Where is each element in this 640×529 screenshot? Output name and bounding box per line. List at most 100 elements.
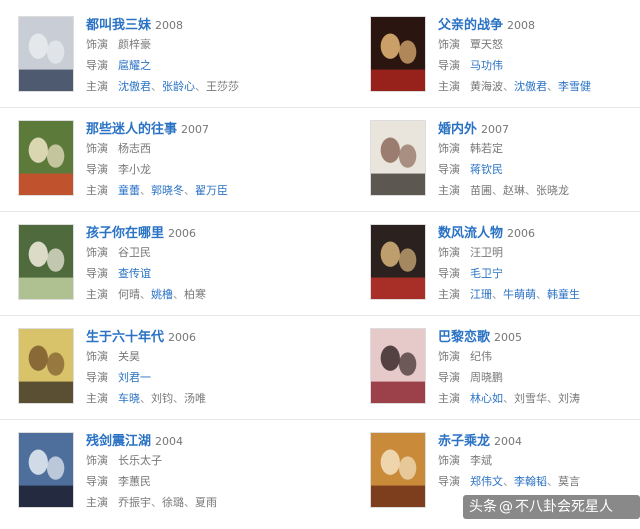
person-link[interactable]: 姚橹 xyxy=(151,288,173,301)
film-title-line: 巴黎恋歌 2005 xyxy=(438,326,640,346)
role-label: 饰演 xyxy=(86,246,108,259)
cast-label: 主演 xyxy=(438,184,460,197)
film-card: 生于六十年代 2006 饰演 关昊 导演 刘君一 主演 车晓、刘钧、汤唯 xyxy=(18,312,318,412)
director-line: 导演 郑伟文、李翰韬、莫言 xyxy=(438,471,640,492)
person-link[interactable]: 翟万臣 xyxy=(195,184,228,197)
film-card: 都叫我三妹 2008 饰演 颜梓豪 导演 扈耀之 主演 沈傲君、张龄心、王莎莎 xyxy=(18,0,318,100)
person-link[interactable]: 沈傲君 xyxy=(514,80,547,93)
film-title-link[interactable]: 那些迷人的往事 xyxy=(86,122,177,137)
cast-label: 主演 xyxy=(86,496,108,509)
film-title-link[interactable]: 婚内外 xyxy=(438,122,477,137)
role-name: 韩若定 xyxy=(470,142,503,155)
poster-image[interactable] xyxy=(18,224,74,300)
film-title-link[interactable]: 残剑震江湖 xyxy=(86,434,151,449)
person-link[interactable]: 马功伟 xyxy=(470,59,503,72)
person-link[interactable]: 李翰韬 xyxy=(514,475,547,488)
film-title-link[interactable]: 巴黎恋歌 xyxy=(438,330,490,345)
film-info: 婚内外 2007 饰演 韩若定 导演 蒋钦民 主演 苗圃、赵琳、张晓龙 xyxy=(438,118,640,201)
person-link[interactable]: 韩童生 xyxy=(547,288,580,301)
poster-image[interactable] xyxy=(18,432,74,508)
person-name: 李小龙 xyxy=(118,163,151,176)
role-name: 李斌 xyxy=(470,454,492,467)
director-label: 导演 xyxy=(438,59,460,72)
film-title-link[interactable]: 都叫我三妹 xyxy=(86,18,151,33)
poster-image[interactable] xyxy=(370,328,426,404)
person-link[interactable]: 蒋钦民 xyxy=(470,163,503,176)
role-line: 饰演 覃天怒 xyxy=(438,34,640,55)
poster-image[interactable] xyxy=(18,328,74,404)
person-name: 柏寒 xyxy=(184,288,206,301)
person-name: 李蕙民 xyxy=(118,475,151,488)
person-link[interactable]: 张龄心 xyxy=(162,80,195,93)
film-year: 2008 xyxy=(155,19,184,32)
film-title-link[interactable]: 父亲的战争 xyxy=(438,18,503,33)
name-separator: 、 xyxy=(547,392,558,405)
person-name: 刘钧 xyxy=(151,392,173,405)
poster-image[interactable] xyxy=(18,120,74,196)
person-name: 苗圃 xyxy=(470,184,492,197)
person-name: 赵琳 xyxy=(503,184,525,197)
poster-image[interactable] xyxy=(370,120,426,196)
film-title-link[interactable]: 生于六十年代 xyxy=(86,330,164,345)
film-title-line: 孩子你在哪里 2006 xyxy=(86,222,316,242)
watermark-prefix: 头条 xyxy=(469,499,497,515)
director-label: 导演 xyxy=(438,475,460,488)
person-link[interactable]: 李雪健 xyxy=(558,80,591,93)
film-year: 2004 xyxy=(155,435,184,448)
director-label: 导演 xyxy=(86,163,108,176)
person-link[interactable]: 毛卫宁 xyxy=(470,267,503,280)
person-link[interactable]: 查传谊 xyxy=(118,267,151,280)
watermark: 头条 @ 不八卦会死星人 xyxy=(463,495,640,519)
person-link[interactable]: 刘君一 xyxy=(118,371,151,384)
person-name: 莫言 xyxy=(558,475,580,488)
role-line: 饰演 韩若定 xyxy=(438,138,640,159)
person-link[interactable]: 郭晓冬 xyxy=(151,184,184,197)
poster-image[interactable] xyxy=(370,432,426,508)
director-line: 导演 查传谊 xyxy=(86,263,316,284)
person-link[interactable]: 童蕾 xyxy=(118,184,140,197)
watermark-name: 不八卦会死星人 xyxy=(515,499,613,515)
role-label: 饰演 xyxy=(86,454,108,467)
film-info: 残剑震江湖 2004 饰演 长乐太子 导演 李蕙民 主演 乔振宇、徐璐、夏雨 xyxy=(86,430,316,513)
film-card: 父亲的战争 2008 饰演 覃天怒 导演 马功伟 主演 黄海波、沈傲君、李雪健 xyxy=(370,0,640,100)
film-card: 婚内外 2007 饰演 韩若定 导演 蒋钦民 主演 苗圃、赵琳、张晓龙 xyxy=(370,104,640,204)
role-name: 谷卫民 xyxy=(118,246,151,259)
person-name: 周晓鹏 xyxy=(470,371,503,384)
person-link[interactable]: 郑伟文 xyxy=(470,475,503,488)
director-line: 导演 扈耀之 xyxy=(86,55,316,76)
person-link[interactable]: 沈傲君 xyxy=(118,80,151,93)
person-link[interactable]: 车晓 xyxy=(118,392,140,405)
film-title-link[interactable]: 数风流人物 xyxy=(438,226,503,241)
director-label: 导演 xyxy=(86,475,108,488)
filmography-row: 都叫我三妹 2008 饰演 颜梓豪 导演 扈耀之 主演 沈傲君、张龄心、王莎莎 父亲的战争 200… xyxy=(0,0,640,108)
film-card: 残剑震江湖 2004 饰演 长乐太子 导演 李蕙民 主演 乔振宇、徐璐、夏雨 xyxy=(18,416,318,516)
poster-image[interactable] xyxy=(370,16,426,92)
person-link[interactable]: 江珊 xyxy=(470,288,492,301)
person-link[interactable]: 林心如 xyxy=(470,392,503,405)
director-line: 导演 李蕙民 xyxy=(86,471,316,492)
poster-image[interactable] xyxy=(18,16,74,92)
person-name: 刘雪华 xyxy=(514,392,547,405)
cast-label: 主演 xyxy=(86,184,108,197)
director-line: 导演 李小龙 xyxy=(86,159,316,180)
person-name: 汤唯 xyxy=(184,392,206,405)
film-title-link[interactable]: 赤子乘龙 xyxy=(438,434,490,449)
role-label: 饰演 xyxy=(438,454,460,467)
cast-line: 主演 沈傲君、张龄心、王莎莎 xyxy=(86,76,316,97)
film-year: 2006 xyxy=(168,331,197,344)
poster-image[interactable] xyxy=(370,224,426,300)
person-link[interactable]: 牛萌萌 xyxy=(503,288,536,301)
film-info: 孩子你在哪里 2006 饰演 谷卫民 导演 查传谊 主演 何晴、姚橹、柏寒 xyxy=(86,222,316,305)
film-title-line: 数风流人物 2006 xyxy=(438,222,640,242)
film-title-link[interactable]: 孩子你在哪里 xyxy=(86,226,164,241)
role-label: 饰演 xyxy=(86,142,108,155)
person-name: 何晴 xyxy=(118,288,140,301)
name-separator: 、 xyxy=(140,392,151,405)
person-link[interactable]: 扈耀之 xyxy=(118,59,151,72)
film-card: 巴黎恋歌 2005 饰演 纪伟 导演 周晓鹏 主演 林心如、刘雪华、刘涛 xyxy=(370,312,640,412)
role-label: 饰演 xyxy=(86,38,108,51)
cast-line: 主演 车晓、刘钧、汤唯 xyxy=(86,388,316,409)
cast-line: 主演 林心如、刘雪华、刘涛 xyxy=(438,388,640,409)
name-separator: 、 xyxy=(525,184,536,197)
name-separator: 、 xyxy=(184,496,195,509)
